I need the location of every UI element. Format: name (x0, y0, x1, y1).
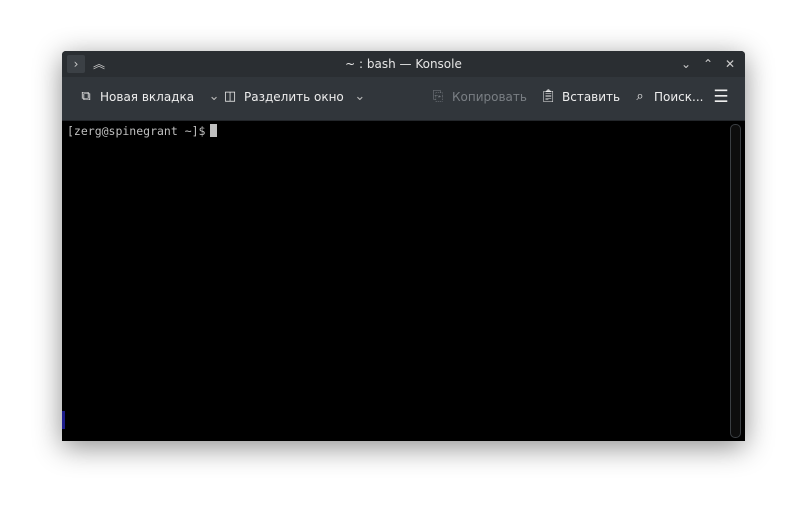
copy-button[interactable]: ⎘ Копировать (430, 89, 527, 105)
find-button[interactable]: ⌕ Поиск... (632, 89, 703, 105)
find-label: Поиск... (654, 90, 704, 104)
toolbar: ⧉ Новая вкладка ⌄ ◫ Разделить окно ⌄ ⎘ К… (62, 77, 745, 121)
text-cursor (210, 124, 218, 137)
new-tab-button[interactable]: ⧉ Новая вкладка ⌄ (78, 89, 222, 105)
prompt-text: [zerg@spinegrant ~]$ (67, 124, 206, 138)
copy-icon: ⎘ (432, 89, 444, 104)
hamburger-icon: ☰ (713, 87, 729, 107)
paste-button[interactable]: 📋︎ Вставить (540, 89, 620, 105)
title-bar: › ︽ ~ : bash — Konsole ⌄ ⌃ ✕ (62, 51, 745, 77)
window-title: ~ : bash — Konsole (345, 57, 462, 71)
close-button[interactable]: ✕ (721, 55, 739, 73)
clipboard-icon: 📋︎ (540, 89, 557, 104)
split-view-icon: ◫ (223, 89, 237, 104)
split-view-button[interactable]: ◫ Разделить окно ⌄ (222, 89, 368, 105)
scrollbar[interactable] (730, 124, 741, 438)
maximize-button[interactable]: ⌃ (699, 55, 717, 73)
new-tab-icon: ⧉ (81, 89, 91, 104)
terminal-prompt: [zerg@spinegrant ~]$ (67, 124, 218, 138)
search-marker (62, 411, 65, 429)
copy-label: Копировать (452, 90, 527, 104)
search-icon: ⌕ (636, 89, 644, 104)
paste-label: Вставить (562, 90, 621, 104)
chevron-down-icon[interactable]: ⌄ (206, 89, 222, 105)
terminal-area[interactable]: [zerg@spinegrant ~]$ (62, 121, 745, 441)
split-view-label: Разделить окно (244, 90, 344, 104)
chevron-down-icon[interactable]: ⌄ (352, 89, 368, 105)
new-tab-label: Новая вкладка (100, 90, 195, 104)
hamburger-menu-button[interactable]: ☰ (713, 87, 729, 107)
minimize-button[interactable]: ⌄ (677, 55, 695, 73)
konsole-window: › ︽ ~ : bash — Konsole ⌄ ⌃ ✕ ⧉ Новая вкл… (62, 51, 745, 441)
